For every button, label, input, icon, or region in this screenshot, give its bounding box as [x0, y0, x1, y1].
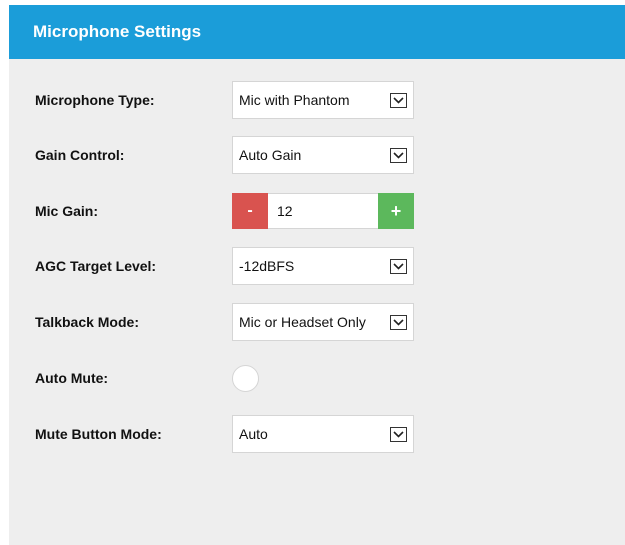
gain-control-select[interactable]: Auto Gain	[232, 136, 414, 174]
row-mic-gain: Mic Gain: - 12 +	[9, 191, 625, 231]
agc-target-level-value: -12dBFS	[239, 258, 295, 274]
increment-button[interactable]: +	[378, 193, 414, 229]
chevron-down-icon[interactable]	[390, 426, 407, 442]
chevron-down-icon[interactable]	[390, 92, 407, 108]
microphone-settings-panel: Microphone Settings Microphone Type: Mic…	[9, 5, 625, 545]
chevron-down-icon[interactable]	[390, 314, 407, 330]
auto-mute-toggle[interactable]	[232, 365, 259, 392]
row-mute-button-mode: Mute Button Mode: Auto	[9, 414, 625, 454]
row-microphone-type: Microphone Type: Mic with Phantom	[9, 80, 625, 120]
microphone-type-value: Mic with Phantom	[239, 92, 350, 108]
panel-title: Microphone Settings	[9, 5, 625, 59]
chevron-down-icon[interactable]	[390, 258, 407, 274]
mic-gain-label: Mic Gain:	[35, 203, 99, 219]
mic-gain-input[interactable]: 12	[268, 193, 378, 229]
gain-control-label: Gain Control:	[35, 147, 125, 163]
auto-mute-label: Auto Mute:	[35, 370, 109, 386]
decrement-button[interactable]: -	[232, 193, 268, 229]
mic-gain-stepper: - 12 +	[232, 193, 414, 229]
row-auto-mute: Auto Mute:	[9, 358, 625, 398]
mute-button-mode-value: Auto	[239, 426, 268, 442]
talkback-mode-value: Mic or Headset Only	[239, 314, 366, 330]
talkback-mode-label: Talkback Mode:	[35, 314, 139, 330]
row-gain-control: Gain Control: Auto Gain	[9, 135, 625, 175]
chevron-down-icon[interactable]	[390, 147, 407, 163]
row-agc-target-level: AGC Target Level: -12dBFS	[9, 246, 625, 286]
mute-button-mode-select[interactable]: Auto	[232, 415, 414, 453]
mute-button-mode-label: Mute Button Mode:	[35, 426, 162, 442]
agc-target-level-label: AGC Target Level:	[35, 258, 157, 274]
agc-target-level-select[interactable]: -12dBFS	[232, 247, 414, 285]
talkback-mode-select[interactable]: Mic or Headset Only	[232, 303, 414, 341]
gain-control-value: Auto Gain	[239, 147, 302, 163]
microphone-type-label: Microphone Type:	[35, 92, 155, 108]
row-talkback-mode: Talkback Mode: Mic or Headset Only	[9, 302, 625, 342]
microphone-type-select[interactable]: Mic with Phantom	[232, 81, 414, 119]
